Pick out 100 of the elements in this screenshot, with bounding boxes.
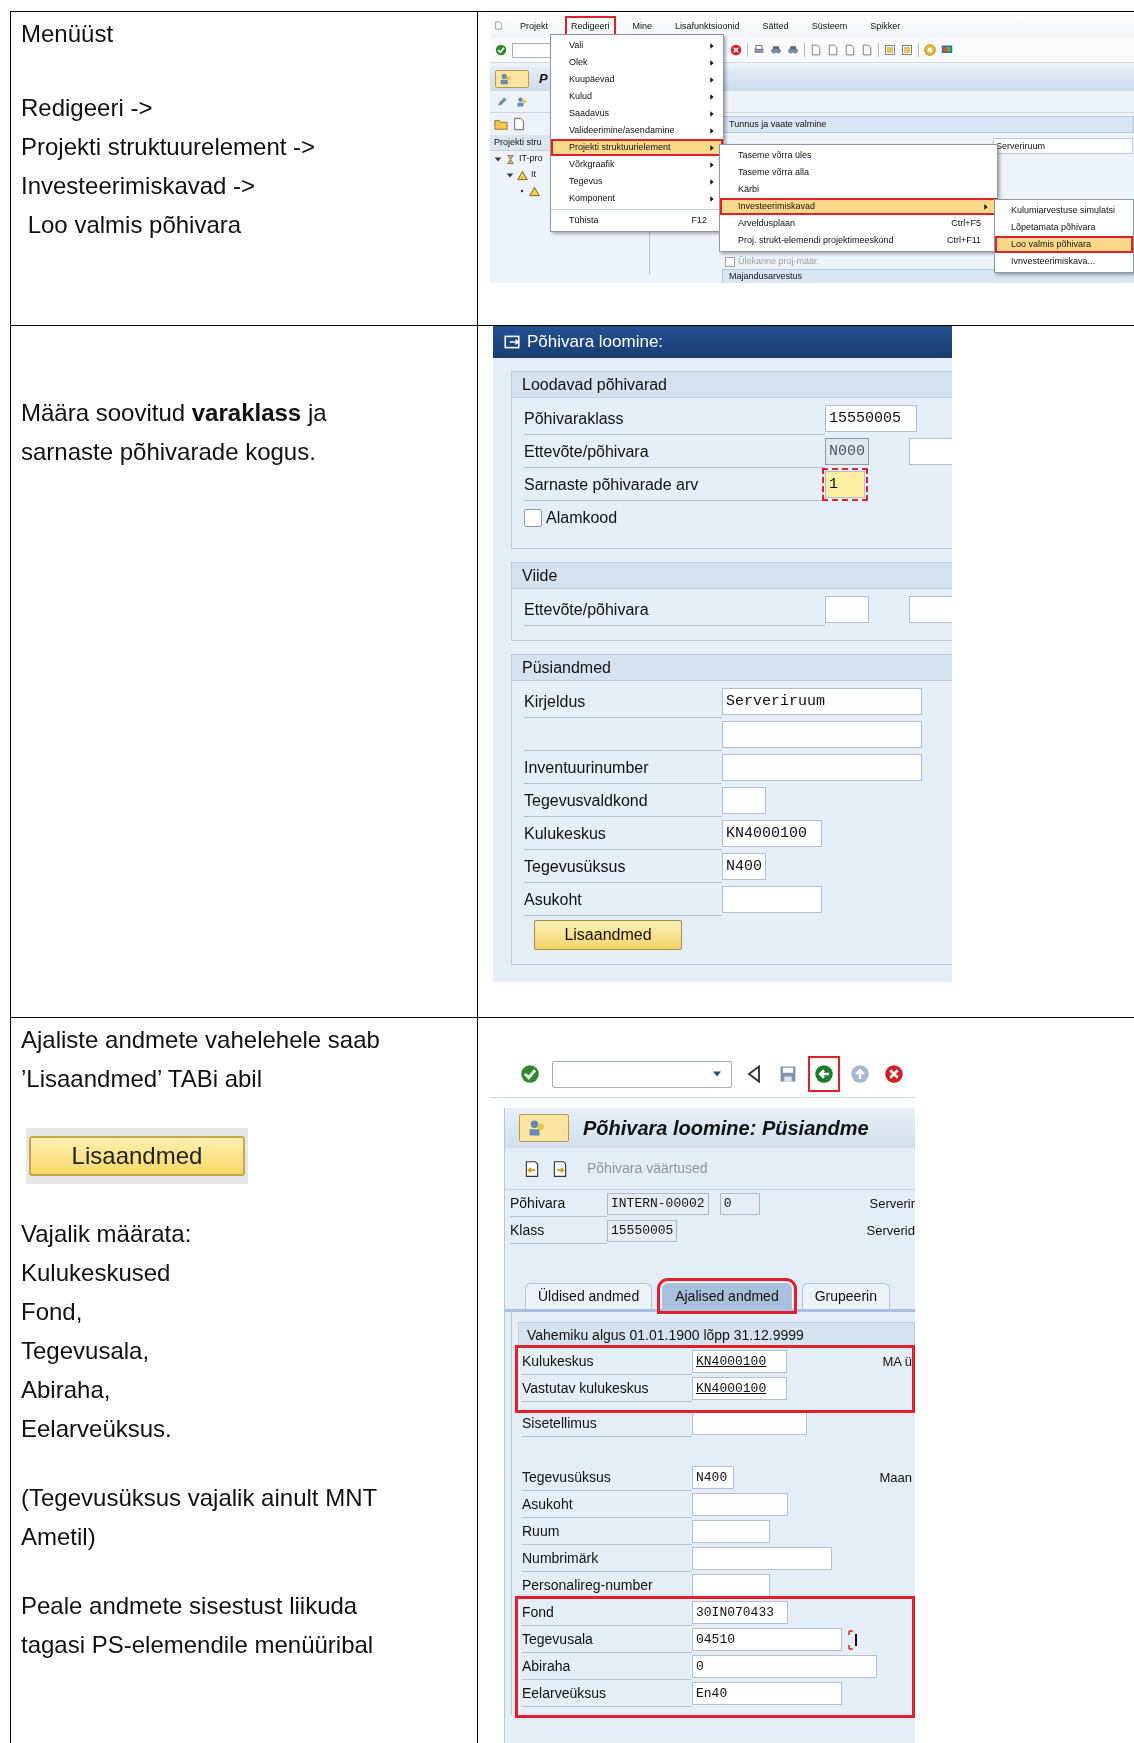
- input-field[interactable]: KN4000100: [722, 820, 822, 847]
- tree-item[interactable]: IT-pro: [519, 152, 543, 166]
- instruction-text: Loo valmis põhivara: [26, 210, 242, 240]
- help-icon[interactable]: [924, 44, 936, 56]
- input-field[interactable]: [692, 1547, 832, 1570]
- input-field[interactable]: N400: [692, 1466, 734, 1489]
- warning-icon: [529, 185, 540, 197]
- menu-item[interactable]: Kulumiarvestuse simulatsi: [995, 202, 1133, 219]
- document-icon[interactable]: [810, 44, 822, 56]
- cancel-icon: [884, 1064, 904, 1084]
- menu-item[interactable]: Komponent: [551, 190, 723, 207]
- document-icon[interactable]: [512, 117, 526, 131]
- menu-bar-item[interactable]: Süsteem: [805, 15, 854, 36]
- window-title: Põhivara loomine:: [527, 331, 664, 354]
- input-field[interactable]: [692, 1493, 788, 1516]
- field-label: Ettevõte/põhivara: [524, 593, 825, 626]
- keyboard-shortcut: Ctrl+F5: [951, 216, 981, 230]
- menu-item[interactable]: Ivnvesteerimiskava...: [995, 253, 1133, 270]
- tab-header[interactable]: Tunnus ja vaate valmine: [722, 115, 1134, 133]
- menu-item[interactable]: Loo valmis põhivara: [995, 236, 1133, 253]
- input-field[interactable]: 0: [719, 1192, 760, 1215]
- input-field[interactable]: N400: [722, 853, 766, 880]
- menu-item[interactable]: Tühista F12: [551, 212, 723, 229]
- monitor-icon[interactable]: [941, 44, 953, 56]
- input-field[interactable]: [722, 754, 922, 781]
- input-field[interactable]: [722, 721, 922, 748]
- input-field[interactable]: KN4000100: [692, 1350, 787, 1373]
- checkbox[interactable]: [524, 508, 542, 527]
- document-icon[interactable]: [827, 44, 839, 56]
- group-title: Loodavad põhivarad: [512, 372, 952, 398]
- input-field[interactable]: 0: [692, 1655, 877, 1678]
- menu-item[interactable]: Vali: [551, 37, 723, 54]
- binoculars-icon[interactable]: [787, 44, 799, 56]
- menu-item[interactable]: Olek: [551, 54, 723, 71]
- menu-bar-item[interactable]: Spikker: [864, 15, 907, 36]
- dialog-icon: [503, 333, 521, 351]
- command-field[interactable]: [512, 42, 552, 58]
- input-field[interactable]: [825, 596, 869, 623]
- menu-item[interactable]: Lõpetamata põhivara: [995, 219, 1133, 236]
- toolbar-button[interactable]: [810, 1058, 838, 1090]
- binoculars-icon[interactable]: [770, 44, 782, 56]
- input-field[interactable]: [692, 1574, 770, 1597]
- additional-data-button[interactable]: Lisaandmed: [534, 920, 682, 950]
- menu-button[interactable]: [495, 70, 529, 88]
- menu-button[interactable]: [519, 1114, 569, 1142]
- menu-item[interactable]: Tegevus: [551, 173, 723, 190]
- menu-bar-item[interactable]: Sätted: [756, 15, 795, 36]
- menu-bar-item[interactable]: Redigeeri: [565, 15, 616, 36]
- menu-item[interactable]: Kulud: [551, 88, 723, 105]
- input-field[interactable]: [909, 438, 952, 465]
- folder-icon[interactable]: [494, 117, 508, 131]
- input-field[interactable]: 04510: [692, 1628, 842, 1651]
- input-field[interactable]: [692, 1520, 770, 1543]
- checkmark-icon[interactable]: [495, 44, 507, 56]
- tab[interactable]: Grupeerin: [801, 1283, 890, 1309]
- input-field[interactable]: Serveriruum: [722, 688, 922, 715]
- input-field[interactable]: 15550005: [607, 1219, 678, 1242]
- instruction-text: Abiraha,: [21, 1375, 111, 1405]
- input-field[interactable]: N000: [825, 438, 869, 465]
- document-icon[interactable]: [844, 44, 856, 56]
- tree-toggle-icon[interactable]: [494, 155, 502, 163]
- button-screenshot: Lisaandmed: [26, 1128, 248, 1184]
- input-field[interactable]: [692, 1412, 807, 1435]
- people-icon[interactable]: [516, 95, 528, 108]
- tree-item[interactable]: It: [531, 168, 536, 182]
- window-icon[interactable]: [884, 44, 896, 56]
- cancel-icon[interactable]: [730, 44, 742, 56]
- description-text: MA ü: [882, 1352, 912, 1371]
- input-field[interactable]: [909, 596, 952, 623]
- window-icon[interactable]: [901, 44, 913, 56]
- input-field[interactable]: KN4000100: [692, 1377, 787, 1400]
- input-field[interactable]: 1: [825, 471, 865, 498]
- menu-bar-item[interactable]: Projekt: [514, 15, 554, 36]
- tree-toggle-icon[interactable]: [506, 171, 514, 179]
- menu-item[interactable]: Proj. strukt-elemendi projektimeeskond Ctrl+F11: [720, 232, 997, 249]
- command-field[interactable]: [552, 1060, 732, 1088]
- description-text: Maan: [879, 1468, 912, 1487]
- pencil-icon[interactable]: [496, 95, 508, 108]
- printer-icon[interactable]: [753, 44, 765, 56]
- menu-item[interactable]: Saadavus: [551, 105, 723, 122]
- text-field[interactable]: Serveriruum: [993, 138, 1133, 154]
- menu-item[interactable]: Projekti struktuurielement: [551, 139, 723, 156]
- menu-item[interactable]: Võrkgraafik: [551, 156, 723, 173]
- input-field[interactable]: [722, 787, 766, 814]
- input-field[interactable]: INTERN-00002: [607, 1192, 709, 1215]
- menu-bar-item[interactable]: Mine: [626, 15, 659, 36]
- menu-item[interactable]: Arveldusplaan Ctrl+F5: [720, 215, 997, 232]
- menu-item[interactable]: Taseme võrra alla: [720, 164, 997, 181]
- input-field[interactable]: 30IN070433: [692, 1601, 788, 1624]
- input-field[interactable]: [722, 886, 822, 913]
- menu-item[interactable]: Kuupäevad: [551, 71, 723, 88]
- menu-bar-item[interactable]: Lisafunktsioonid: [669, 15, 746, 36]
- menu-item[interactable]: Kärbi: [720, 181, 997, 198]
- tab[interactable]: Üldised andmed: [525, 1283, 653, 1309]
- description-text: Serverid: [866, 1221, 915, 1240]
- input-field[interactable]: 15550005: [825, 405, 917, 432]
- menu-item[interactable]: Investeerimiskavad: [720, 198, 997, 215]
- document-icon[interactable]: [861, 44, 873, 56]
- dropdown-icon[interactable]: [711, 1070, 723, 1078]
- input-field[interactable]: En40: [692, 1682, 842, 1705]
